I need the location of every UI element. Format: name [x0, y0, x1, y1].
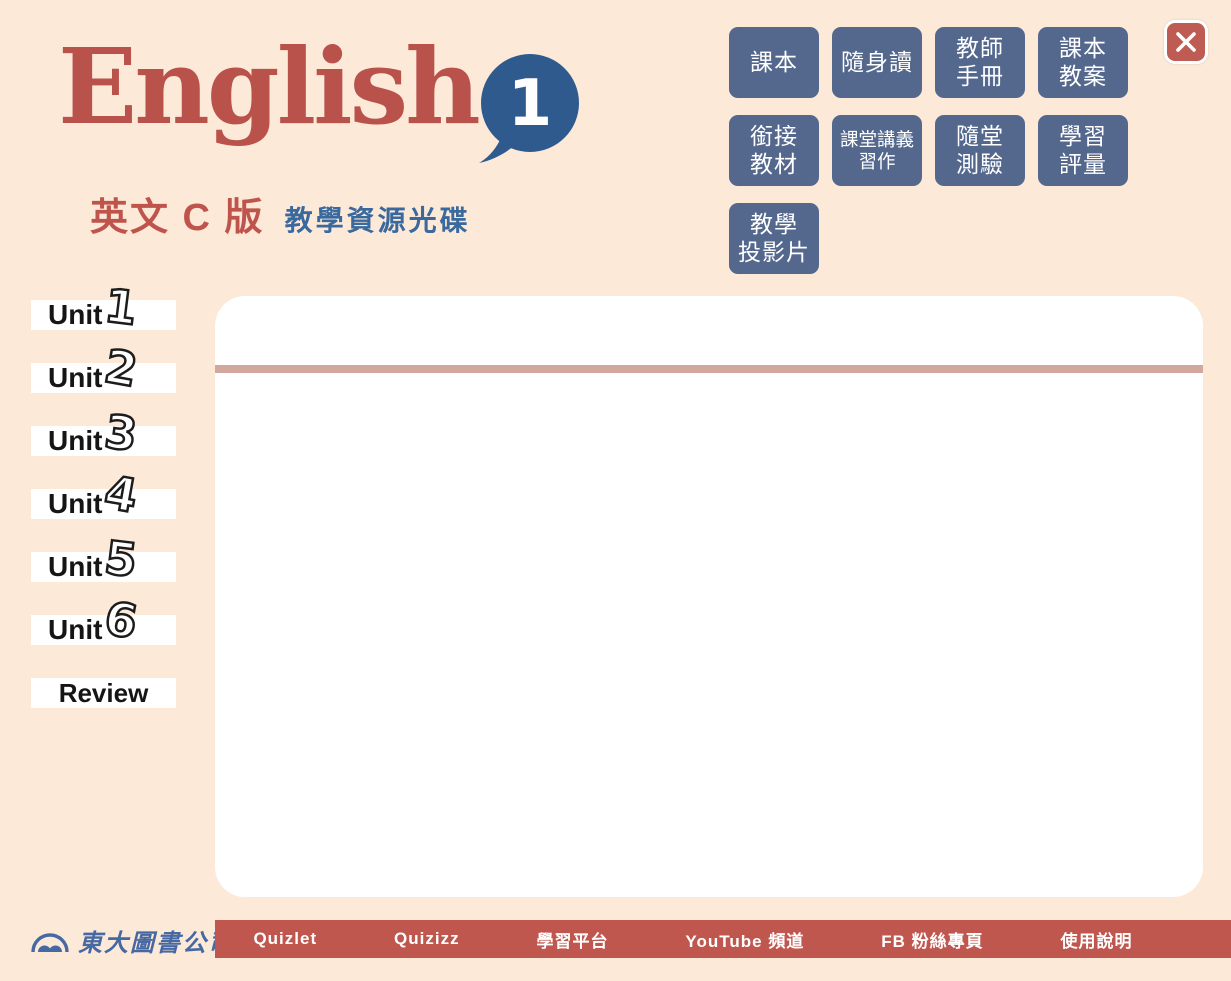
footer-link-quizizz[interactable]: Quizizz	[394, 929, 460, 949]
unit-sidebar: Unit 1 Unit 2 Unit 3 Unit 4 Unit 5 Unit …	[31, 300, 191, 741]
button-teacher-manual[interactable]: 教師 手冊	[935, 27, 1025, 98]
volume-number: 1	[508, 67, 553, 141]
button-textbook[interactable]: 課本	[729, 27, 819, 98]
unit-number: 5	[103, 534, 140, 584]
button-learning-assessment[interactable]: 學習 評量	[1038, 115, 1128, 186]
unit-word: Unit	[31, 425, 102, 457]
sidebar-item-unit-3[interactable]: Unit 3	[31, 426, 176, 456]
button-label: 教案	[1059, 63, 1107, 90]
sidebar-item-unit-2[interactable]: Unit 2	[31, 363, 176, 393]
unit-word: Unit	[31, 299, 102, 331]
button-label: 教學	[750, 211, 798, 238]
publisher-name: 東大圖書公司	[78, 923, 234, 958]
button-label: 教材	[750, 151, 798, 178]
disc-subtitle: 教學資源光碟	[285, 199, 471, 239]
unit-number: 1	[103, 282, 140, 332]
unit-number: 4	[102, 469, 142, 520]
publisher-logo: 東大圖書公司	[30, 921, 234, 959]
button-label: 課本	[1059, 35, 1107, 62]
button-textbook-lesson-plan[interactable]: 課本 教案	[1038, 27, 1128, 98]
button-quiz[interactable]: 隨堂 測驗	[935, 115, 1025, 186]
review-label: Review	[59, 678, 149, 709]
button-label: 教師	[956, 35, 1004, 62]
button-label: 課本	[750, 49, 798, 76]
button-teaching-slides[interactable]: 教學 投影片	[729, 203, 819, 274]
button-label: 習作	[858, 151, 895, 173]
button-label: 評量	[1059, 151, 1107, 178]
sidebar-item-unit-4[interactable]: Unit 4	[31, 489, 176, 519]
volume-badge: 1	[476, 52, 582, 164]
close-icon	[1175, 31, 1197, 53]
unit-number: 3	[103, 408, 140, 458]
speech-bubble-icon: 1	[476, 52, 582, 164]
close-button[interactable]	[1164, 20, 1208, 64]
button-bridging-material[interactable]: 銜接 教材	[729, 115, 819, 186]
footer-link-quizlet[interactable]: Quizlet	[253, 929, 317, 949]
footer-link-user-guide[interactable]: 使用說明	[1061, 927, 1133, 952]
unit-word: Unit	[31, 488, 102, 520]
content-divider	[215, 365, 1203, 373]
unit-word: Unit	[31, 362, 102, 394]
footer-link-learning-platform[interactable]: 學習平台	[537, 927, 609, 952]
sidebar-item-review[interactable]: Review	[31, 678, 176, 708]
sidebar-item-unit-6[interactable]: Unit 6	[31, 615, 176, 645]
button-label: 隨身讀	[841, 49, 913, 76]
button-label: 隨堂	[956, 123, 1004, 150]
resource-button-grid: 課本 隨身讀 教師 手冊 課本 教案 銜接 教材 課堂講義 習作 隨堂 測驗 學…	[729, 27, 1128, 274]
unit-number: 6	[102, 595, 142, 646]
button-label: 銜接	[750, 123, 798, 150]
footer-link-youtube-channel[interactable]: YouTube 頻道	[685, 927, 804, 952]
edition-label: 英文 C 版	[90, 186, 265, 241]
button-label: 測驗	[956, 151, 1004, 178]
unit-word: Unit	[31, 551, 102, 583]
button-label: 投影片	[738, 239, 810, 266]
publisher-arch-icon	[30, 925, 70, 955]
button-label: 學習	[1059, 123, 1107, 150]
app-title: English	[58, 30, 478, 144]
button-label: 手冊	[956, 63, 1004, 90]
button-label: 課堂講義	[840, 129, 914, 151]
logo-subtitle-row: 英文 C 版 教學資源光碟	[90, 186, 471, 241]
button-class-handout-workbook[interactable]: 課堂講義 習作	[832, 115, 922, 186]
footer-link-bar: Quizlet Quizizz 學習平台 YouTube 頻道 FB 粉絲專頁 …	[215, 920, 1231, 958]
button-pocket-reader[interactable]: 隨身讀	[832, 27, 922, 98]
footer-link-fb-fanpage[interactable]: FB 粉絲專頁	[881, 927, 983, 952]
unit-number: 2	[102, 343, 142, 394]
sidebar-item-unit-5[interactable]: Unit 5	[31, 552, 176, 582]
sidebar-item-unit-1[interactable]: Unit 1	[31, 300, 176, 330]
unit-word: Unit	[31, 614, 102, 646]
content-panel	[215, 296, 1203, 897]
